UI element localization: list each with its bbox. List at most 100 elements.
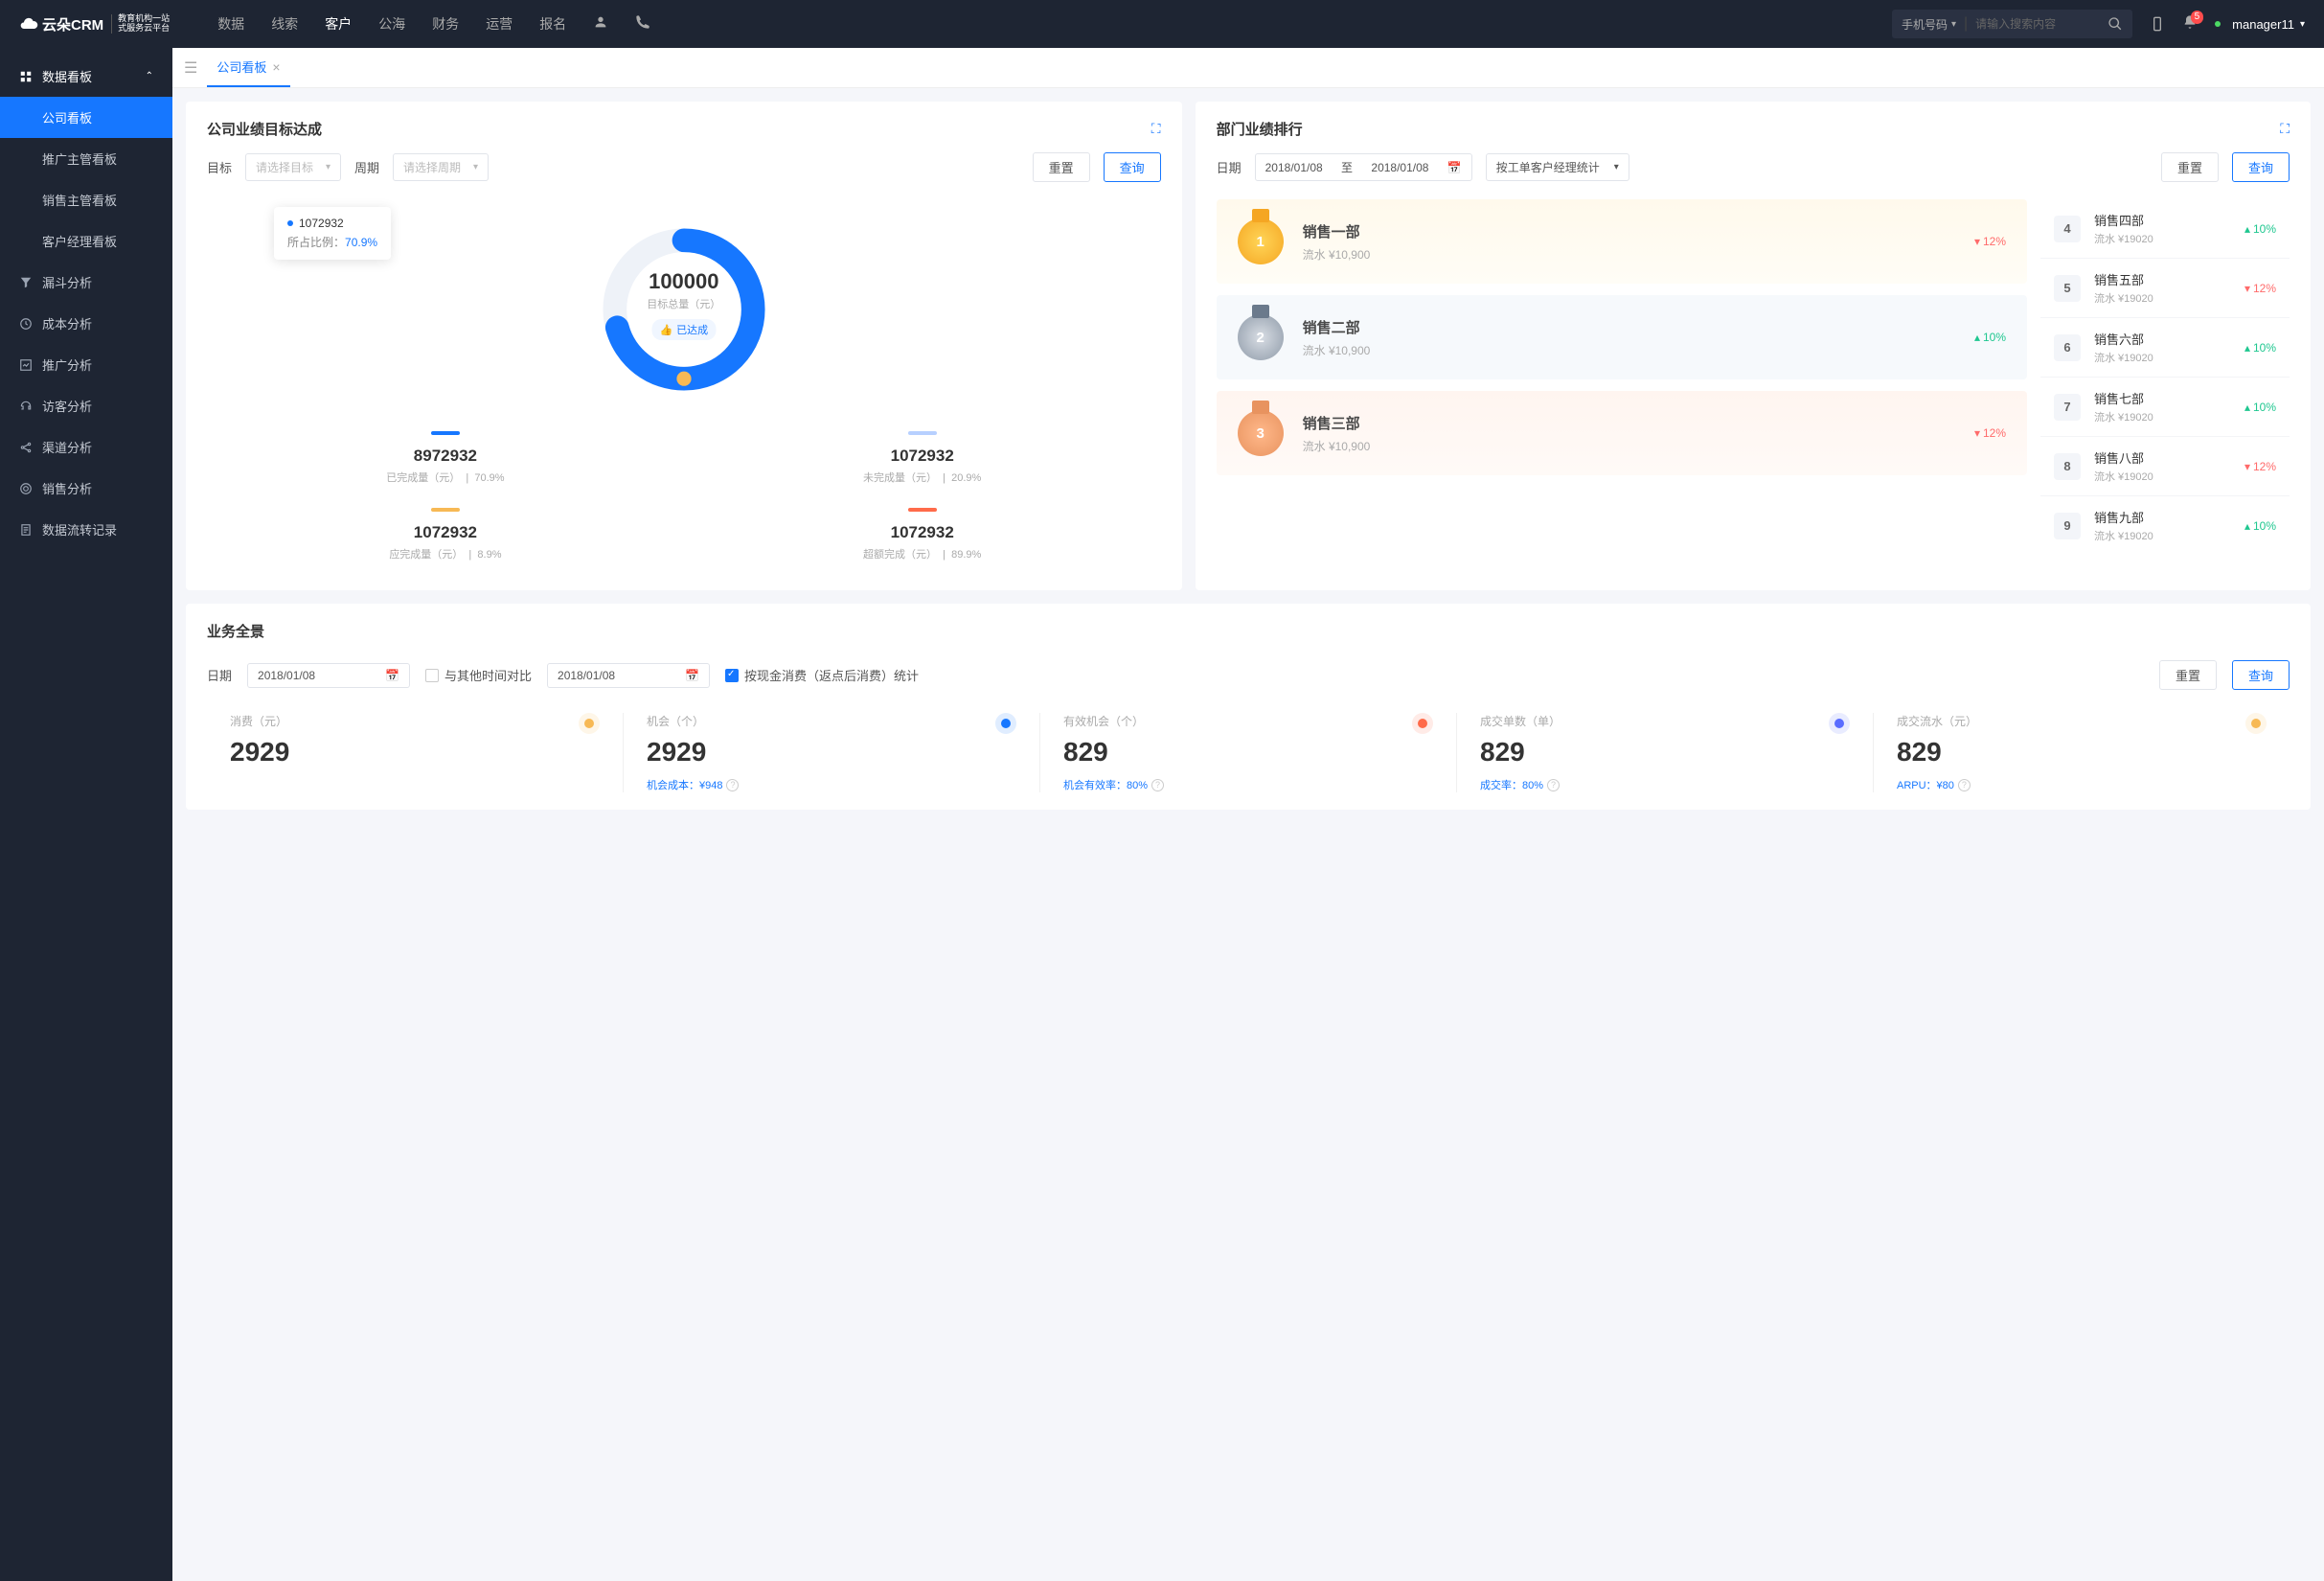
rank-number: 8 [2054, 453, 2081, 480]
tabbar: ☰ 公司看板× [172, 48, 2324, 88]
nav-enroll[interactable]: 报名 [539, 14, 566, 34]
stat-checkbox[interactable]: 按现金消费（返点后消费）统计 [725, 666, 919, 684]
chart-tooltip: 1072932 所占比例：70.9% [274, 207, 391, 260]
sidebar-visitor[interactable]: 访客分析 [0, 385, 172, 426]
help-icon[interactable]: ? [1151, 779, 1164, 791]
menu-toggle-icon[interactable]: ☰ [184, 58, 197, 78]
help-icon[interactable]: ? [1958, 779, 1971, 791]
sidebar-sub-company[interactable]: 公司看板 [0, 97, 172, 138]
nav-data[interactable]: 数据 [217, 14, 244, 34]
reset-button[interactable]: 重置 [2161, 152, 2219, 182]
sidebar-channel[interactable]: 渠道分析 [0, 426, 172, 468]
rank-top3: 1销售一部流水 ¥10,900▾12% 2销售二部流水 ¥10,900▴10% … [1217, 199, 2027, 555]
date-input-1[interactable]: 2018/01/08📅 [247, 663, 410, 688]
device-icon[interactable] [2150, 16, 2165, 32]
expand-icon[interactable]: ⛶ [1151, 121, 1161, 137]
search-selector[interactable]: 手机号码 ▾ [1902, 16, 1956, 33]
kpi-label: 消费（元） [230, 713, 600, 729]
search-icon[interactable] [2108, 16, 2123, 32]
pct-up: ▴10% [2244, 519, 2276, 533]
sidebar-section-dashboard[interactable]: 数据看板 ⌃ [0, 56, 172, 97]
kpi-icon [2251, 719, 2261, 728]
target-icon [19, 482, 33, 495]
kpi-icon [1418, 719, 1427, 728]
arrow-up-icon: ▴ [1974, 331, 1980, 344]
nav-pool[interactable]: 公海 [378, 14, 405, 34]
search-input[interactable] [1975, 17, 2100, 31]
kpi-icon [1834, 719, 1844, 728]
kpi: 机会（个） 2929 机会成本：¥948 ? [623, 713, 1039, 792]
query-button[interactable]: 查询 [2232, 152, 2290, 182]
sidebar-flow[interactable]: 数据流转记录 [0, 509, 172, 550]
main: ☰ 公司看板× 公司业绩目标达成 ⛶ 目标 请选择目标▾ 周期 请选择周期▾ 重… [172, 48, 2324, 1581]
expand-icon[interactable]: ⛶ [2280, 121, 2290, 137]
rank-row-3: 3销售三部流水 ¥10,900▾12% [1217, 391, 2027, 475]
nav-finance[interactable]: 财务 [432, 14, 459, 34]
arrow-down-icon: ▾ [1974, 426, 1980, 440]
achieved-badge: 👍已达成 [651, 319, 716, 340]
kpi: 消费（元） 2929 [207, 713, 623, 792]
rank-item: 4 销售四部流水 ¥19020 ▴10% [2040, 199, 2290, 258]
reset-button[interactable]: 重置 [1033, 152, 1090, 182]
query-button[interactable]: 查询 [2232, 660, 2290, 690]
user-icon[interactable] [593, 14, 608, 30]
query-button[interactable]: 查询 [1104, 152, 1161, 182]
rank-number: 5 [2054, 275, 2081, 302]
kpi-label: 成交单数（单） [1480, 713, 1850, 729]
topnav: 数据 线索 客户 公海 财务 运营 报名 [217, 14, 650, 34]
sidebar-cost[interactable]: 成本分析 [0, 303, 172, 344]
select-target[interactable]: 请选择目标▾ [245, 153, 341, 181]
lbl-target: 目标 [207, 158, 232, 176]
sidebar-promo[interactable]: 推广分析 [0, 344, 172, 385]
rank-rest: 4 销售四部流水 ¥19020 ▴10% 5 销售五部流水 ¥19020 ▾12… [2040, 199, 2290, 555]
arrow-up-icon: ▴ [2244, 401, 2250, 414]
nav-ops[interactable]: 运营 [486, 14, 513, 34]
goal-title: 公司业绩目标达成 [207, 119, 322, 139]
sidebar-sub-promo[interactable]: 推广主管看板 [0, 138, 172, 179]
compare-checkbox[interactable]: 与其他时间对比 [425, 666, 532, 684]
rank-item: 8 销售八部流水 ¥19020 ▾12% [2040, 436, 2290, 495]
nav-customers[interactable]: 客户 [325, 14, 352, 34]
select-statby[interactable]: 按工单客户经理统计▾ [1486, 153, 1629, 181]
kpi: 成交单数（单） 829 成交率：80% ? [1456, 713, 1873, 792]
rank-number: 6 [2054, 334, 2081, 361]
thumb-icon: 👍 [659, 324, 672, 336]
sidebar-funnel[interactable]: 漏斗分析 [0, 262, 172, 303]
help-icon[interactable]: ? [726, 779, 739, 791]
search-group: 手机号码 ▾ | [1892, 10, 2132, 38]
user-menu[interactable]: manager11 ▾ [2215, 17, 2305, 32]
sidebar-sub-manager[interactable]: 客户经理看板 [0, 220, 172, 262]
arrow-down-icon: ▾ [1974, 235, 1980, 248]
medal-gold-icon: 1 [1238, 218, 1284, 264]
tab-company[interactable]: 公司看板× [207, 49, 289, 87]
kpi-label: 机会（个） [647, 713, 1016, 729]
metric-should: 1072932应完成量（元） | 8.9% [207, 496, 684, 573]
sidebar-sub-sales[interactable]: 销售主管看板 [0, 179, 172, 220]
pct-up: ▴10% [2244, 341, 2276, 355]
doc-icon [19, 523, 33, 537]
bell-icon[interactable]: 5 [2182, 14, 2198, 34]
lbl-date: 日期 [1217, 158, 1242, 176]
daterange[interactable]: 2018/01/08 至 2018/01/08 📅 [1255, 153, 1472, 181]
share-icon [19, 441, 33, 454]
kpi: 有效机会（个） 829 机会有效率：80% ? [1039, 713, 1456, 792]
sidebar-sales[interactable]: 销售分析 [0, 468, 172, 509]
pct-down: ▾12% [2244, 282, 2276, 295]
date-input-2[interactable]: 2018/01/08📅 [547, 663, 710, 688]
phone-icon[interactable] [635, 14, 650, 30]
help-icon[interactable]: ? [1547, 779, 1560, 791]
brand-sub: 教育机构一站式服务云平台 [111, 14, 170, 34]
donut-label: 目标总量（元） [647, 296, 720, 311]
kpi-sub: 成交率：80% ? [1480, 777, 1850, 792]
kpi-label: 有效机会（个） [1063, 713, 1433, 729]
donut-value: 100000 [647, 269, 720, 294]
nav-leads[interactable]: 线索 [271, 14, 298, 34]
close-icon[interactable]: × [272, 59, 280, 75]
clock-icon [19, 317, 33, 331]
kpi-label: 成交流水（元） [1897, 713, 2267, 729]
kpi-value: 829 [1897, 737, 2267, 768]
reset-button[interactable]: 重置 [2159, 660, 2217, 690]
cloud-icon [19, 14, 38, 34]
rank-title: 部门业绩排行 [1217, 119, 1303, 139]
select-period[interactable]: 请选择周期▾ [393, 153, 489, 181]
